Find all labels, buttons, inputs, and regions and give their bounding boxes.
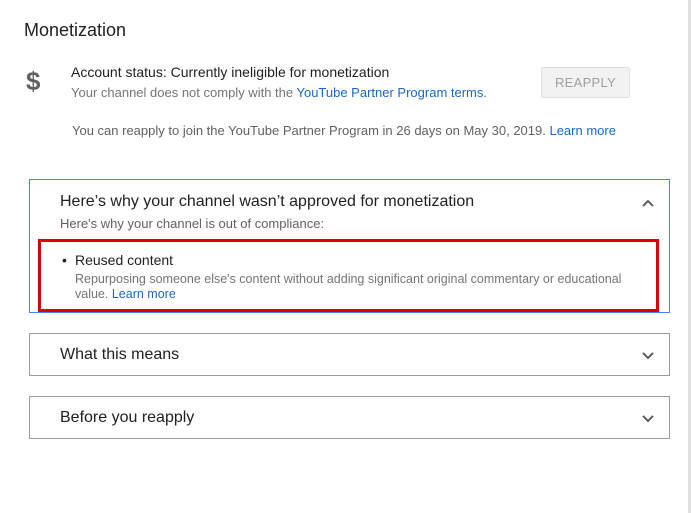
status-desc-prefix: Your channel does not comply with the: [71, 85, 297, 100]
reapply-button[interactable]: REAPPLY: [541, 67, 630, 98]
panel-before-you-reapply[interactable]: Before you reapply: [29, 396, 670, 439]
account-status-description: Your channel does not comply with the Yo…: [71, 85, 487, 100]
account-status-title: Account status: Currently ineligible for…: [71, 64, 390, 80]
chevron-down-icon[interactable]: [641, 351, 655, 361]
panel-heading: What this means: [60, 346, 180, 363]
chevron-down-icon[interactable]: [641, 414, 655, 424]
panel-subheading: Here's why your channel is out of compli…: [60, 216, 325, 231]
reason-learn-more-link[interactable]: Learn more: [112, 287, 176, 301]
panel-heading: Here’s why your channel wasn’t approved …: [60, 193, 475, 210]
reason-description: Repurposing someone else's content witho…: [75, 272, 653, 302]
reapply-learn-more-link[interactable]: Learn more: [549, 123, 615, 138]
status-desc-suffix: .: [483, 85, 488, 100]
panel-what-this-means[interactable]: What this means: [29, 333, 670, 376]
dollar-icon: $: [26, 66, 41, 96]
reapply-note: You can reapply to join the YouTube Part…: [72, 123, 616, 138]
chevron-up-icon[interactable]: [641, 198, 655, 208]
reapply-note-text: You can reapply to join the YouTube Part…: [72, 123, 550, 138]
panel-heading: Before you reapply: [60, 409, 195, 426]
reason-title: Reused content: [62, 252, 173, 268]
partner-program-terms-link[interactable]: YouTube Partner Program terms: [296, 85, 483, 100]
page-title: Monetization: [24, 20, 127, 40]
